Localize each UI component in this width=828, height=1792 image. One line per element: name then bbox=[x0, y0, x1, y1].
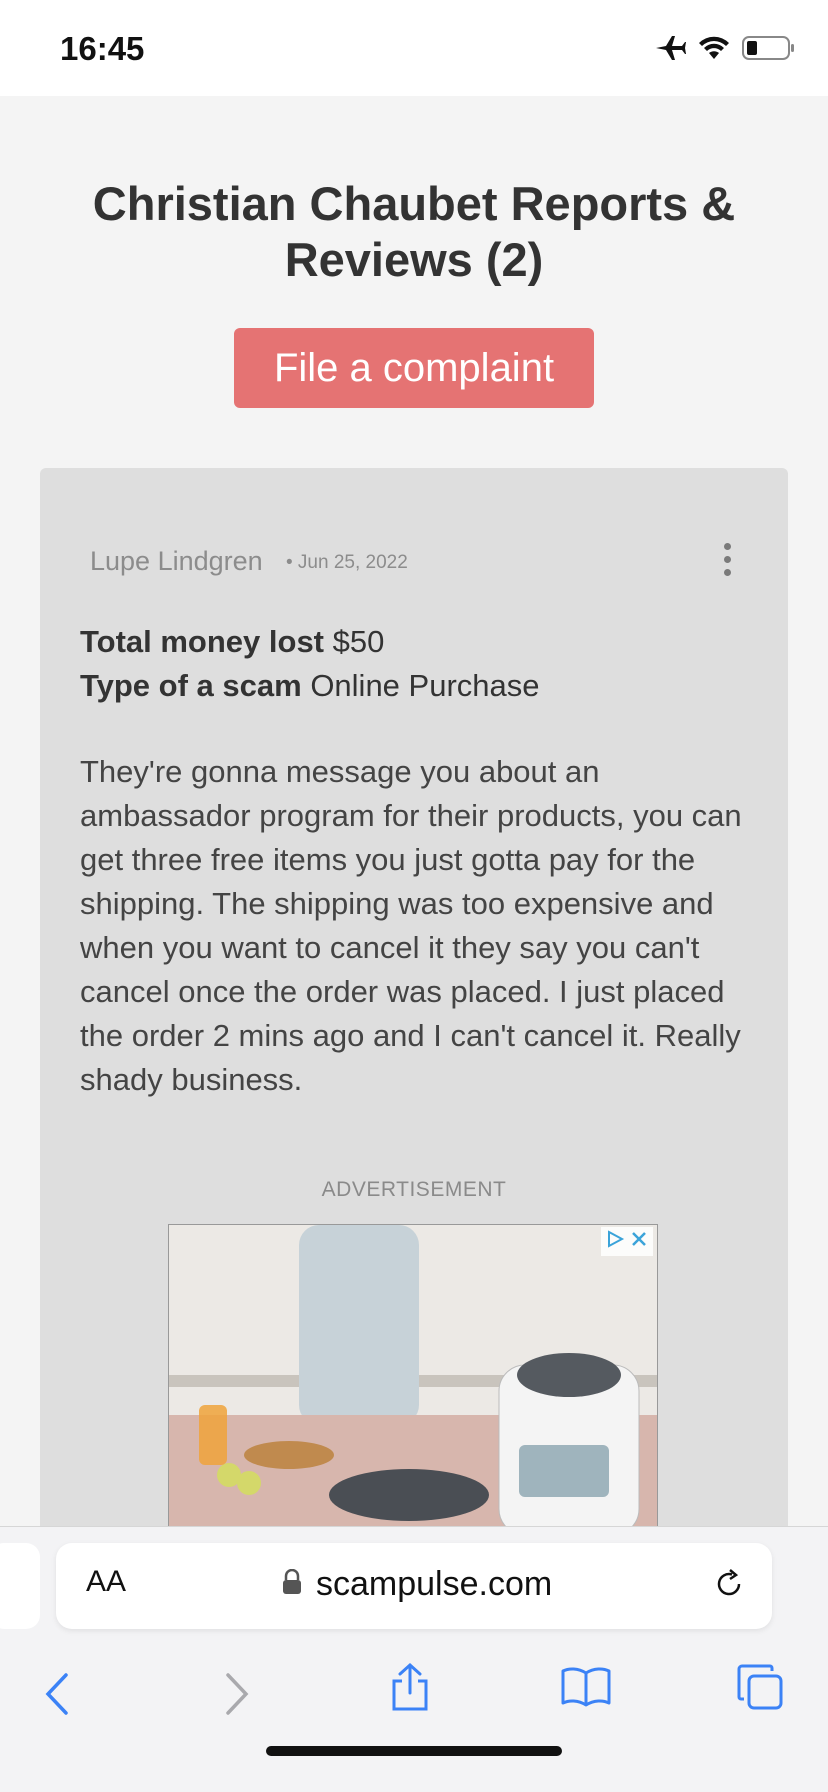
review-card: Lupe Lindgren • Jun 25, 2022 Total money… bbox=[40, 468, 788, 1526]
airplane-icon bbox=[654, 34, 686, 67]
share-icon[interactable] bbox=[388, 1661, 432, 1718]
url-text: scampulse.com bbox=[316, 1565, 553, 1603]
back-icon[interactable] bbox=[42, 1671, 72, 1722]
scam-type-label: Type of a scam bbox=[80, 668, 302, 703]
url-display[interactable]: scampulse.com bbox=[282, 1565, 552, 1604]
review-date: • Jun 25, 2022 bbox=[286, 552, 408, 573]
review-meta: Total money lost $50 Type of a scam Onli… bbox=[80, 620, 540, 708]
home-indicator[interactable] bbox=[266, 1746, 562, 1756]
lock-icon bbox=[282, 1565, 302, 1604]
review-body: They're gonna message you about an ambas… bbox=[80, 754, 742, 1097]
money-lost-value: $50 bbox=[332, 624, 385, 659]
more-options-icon[interactable] bbox=[712, 540, 742, 580]
ad-close-icon[interactable] bbox=[629, 1229, 649, 1254]
status-bar: 16:45 bbox=[0, 0, 828, 96]
ad-kitchen-photo bbox=[169, 1225, 657, 1526]
wifi-icon bbox=[698, 35, 730, 66]
scam-type-row: Type of a scam Online Purchase bbox=[80, 664, 540, 708]
review-author[interactable]: Lupe Lindgren bbox=[90, 546, 263, 577]
tabs-icon[interactable] bbox=[736, 1663, 784, 1716]
reader-settings-button[interactable]: AA bbox=[86, 1565, 126, 1599]
forward-icon[interactable] bbox=[222, 1671, 252, 1722]
bookmarks-icon[interactable] bbox=[560, 1665, 612, 1712]
page-title: Christian Chaubet Reports & Reviews (2) bbox=[92, 177, 736, 286]
file-complaint-button[interactable]: File a complaint bbox=[234, 328, 594, 408]
money-lost-label: Total money lost bbox=[80, 624, 325, 659]
advertisement-image[interactable] bbox=[168, 1224, 658, 1526]
battery-icon bbox=[742, 35, 796, 66]
ad-controls bbox=[601, 1227, 653, 1256]
ad-choices-icon[interactable] bbox=[605, 1229, 625, 1254]
scam-type-value: Online Purchase bbox=[310, 668, 540, 703]
advertisement-label: ADVERTISEMENT bbox=[321, 1178, 507, 1201]
address-bar[interactable]: AA scampulse.com bbox=[56, 1543, 772, 1629]
previous-tab-peek[interactable] bbox=[0, 1543, 40, 1629]
money-lost-row: Total money lost $50 bbox=[80, 620, 540, 664]
browser-toolbar bbox=[0, 1657, 828, 1737]
reload-icon[interactable] bbox=[712, 1567, 746, 1606]
web-page: Christian Chaubet Reports & Reviews (2) … bbox=[0, 96, 828, 1526]
status-icons bbox=[654, 34, 796, 67]
status-time: 16:45 bbox=[60, 30, 145, 67]
